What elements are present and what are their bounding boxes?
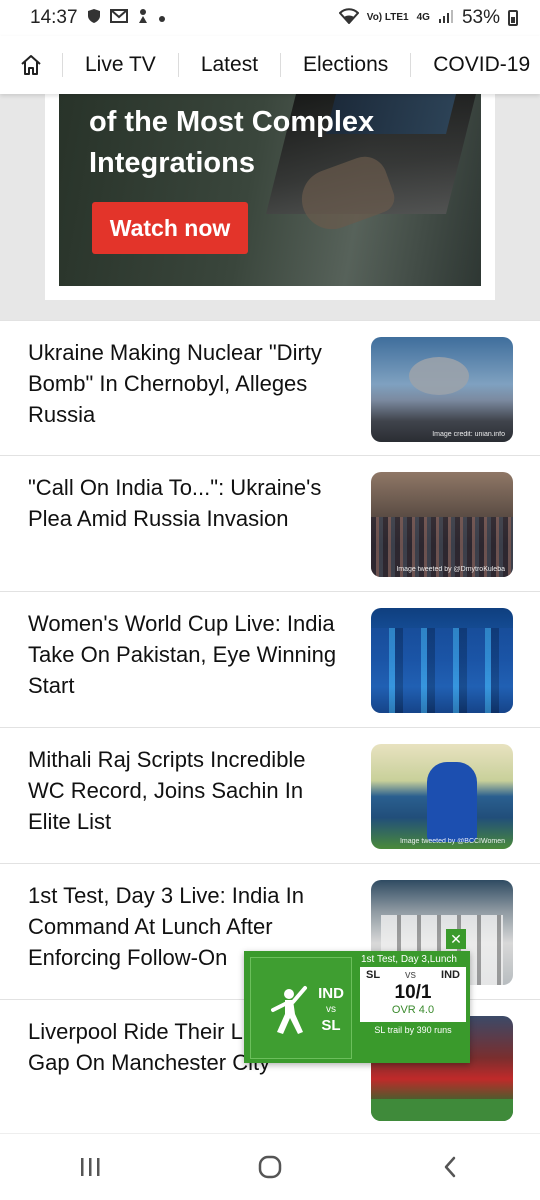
ad-headline-line1: of the Most Complex <box>89 106 375 138</box>
cricket-batter-icon <box>271 986 307 1034</box>
trail-text: SL trail by 390 runs <box>374 1025 452 1035</box>
news-thumbnail[interactable]: Image tweeted by @DmytroKuleba <box>371 472 513 577</box>
football-pitch-image <box>371 1099 513 1121</box>
signal-icon <box>438 9 454 27</box>
nav-item-latest[interactable]: Latest <box>177 53 280 77</box>
wifi-icon <box>338 8 360 28</box>
back-icon[interactable] <box>410 1137 490 1197</box>
news-item[interactable]: Mithali Raj Scripts Incredible WC Record… <box>0 728 540 864</box>
overs-value: OVR 4.0 <box>391 1004 435 1016</box>
scorecard-header: SL vs IND <box>360 967 466 983</box>
score-value: 10/1 <box>394 982 432 1003</box>
news-title[interactable]: Ukraine Making Nuclear "Dirty Bomb" In C… <box>28 337 348 430</box>
scorecard[interactable]: SL vs IND 10/1 OVR 4.0 <box>360 967 466 1022</box>
status-right: Vo) LTE1 4G 53% <box>338 7 518 29</box>
cricket-notification-icon <box>136 8 150 28</box>
bowling-team: IND <box>441 969 460 981</box>
image-credit: Image tweeted by @DmytroKuleba <box>396 566 505 573</box>
news-title[interactable]: Women's World Cup Live: India Take On Pa… <box>28 608 348 701</box>
news-item[interactable]: Women's World Cup Live: India Take On Pa… <box>0 592 540 728</box>
nav-item-covid[interactable]: COVID-19 <box>410 53 540 77</box>
ad-headline: of the Most Complex Integrations <box>89 102 419 184</box>
news-thumbnail[interactable]: Image credit: unian.info <box>371 337 513 442</box>
image-credit: Image tweeted by @BCCIWomen <box>399 838 505 845</box>
news-title[interactable]: "Call On India To...": Ukraine's Plea Am… <box>28 472 348 534</box>
ad-container: of the Most Complex Integrations Watch n… <box>0 94 540 320</box>
match-teams-panel[interactable]: IND vs SL <box>250 957 352 1059</box>
nav-item-live-tv[interactable]: Live TV <box>62 53 178 77</box>
team1-label: IND <box>318 985 344 1002</box>
news-thumbnail[interactable] <box>371 608 513 713</box>
home-icon[interactable] <box>0 36 62 94</box>
ad-banner[interactable]: of the Most Complex Integrations Watch n… <box>59 94 481 286</box>
system-nav-bar <box>0 1133 540 1200</box>
recents-icon[interactable] <box>50 1137 130 1197</box>
teams-label: IND vs SL <box>313 984 349 1036</box>
status-bar: 14:37 Vo) LTE1 4G 53% <box>0 0 540 36</box>
gmail-icon <box>109 9 128 27</box>
news-title[interactable]: Mithali Raj Scripts Incredible WC Record… <box>28 744 348 837</box>
scorecard-vs: vs <box>405 969 417 981</box>
image-credit: Image credit: unian.info <box>432 431 505 438</box>
ad-frame: of the Most Complex Integrations Watch n… <box>45 94 495 300</box>
home-circle-icon[interactable] <box>230 1137 310 1197</box>
notification-shield-icon <box>86 8 102 28</box>
news-item[interactable]: Ukraine Making Nuclear "Dirty Bomb" In C… <box>0 320 540 456</box>
vs-label: vs <box>326 1004 336 1015</box>
smoke-image <box>409 357 469 395</box>
battery-percent: 53% <box>461 7 500 28</box>
news-thumbnail[interactable]: Image tweeted by @BCCIWomen <box>371 744 513 849</box>
category-nav: Live TV Latest Elections COVID-19 <box>0 36 540 94</box>
news-item[interactable]: "Call On India To...": Ukraine's Plea Am… <box>0 456 540 592</box>
players-image <box>371 628 513 713</box>
more-notifications-dot-icon <box>158 10 166 27</box>
team2-label: SL <box>321 1017 341 1034</box>
status-left: 14:37 <box>30 7 166 29</box>
batting-team: SL <box>366 969 381 981</box>
battery-icon <box>508 10 518 26</box>
batter-image <box>427 762 477 842</box>
close-icon[interactable]: ✕ <box>446 929 466 949</box>
clock: 14:37 <box>30 7 78 28</box>
nav-item-elections[interactable]: Elections <box>280 53 410 77</box>
live-score-widget[interactable]: ✕ IND vs SL 1st Test, Day 3,Lunch SL vs … <box>244 929 470 1063</box>
volte-label: Vo) LTE1 <box>366 12 409 23</box>
match-status-label: 1st Test, Day 3,Lunch <box>361 954 457 965</box>
network-type-label: 4G <box>416 12 430 23</box>
ad-headline-line2: Integrations <box>89 147 255 179</box>
watch-now-button[interactable]: Watch now <box>92 202 248 254</box>
app-screen: 14:37 Vo) LTE1 4G 53% Live TV Latest Ele… <box>0 0 540 1200</box>
